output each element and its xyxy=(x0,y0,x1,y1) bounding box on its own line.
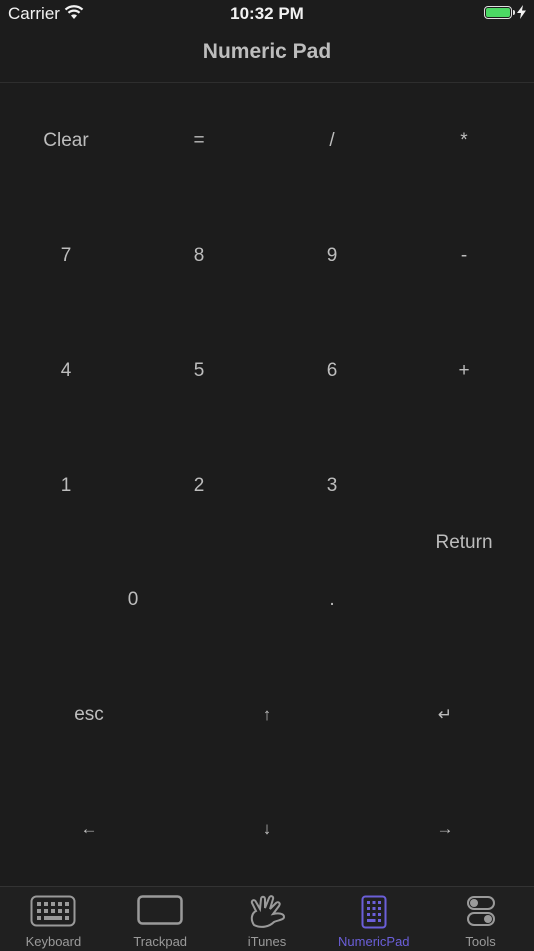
arrow-right-icon[interactable]: → xyxy=(437,819,454,839)
keyboard-icon xyxy=(30,895,76,927)
arrow-left-icon[interactable]: ← xyxy=(81,819,98,839)
clear-key[interactable]: Clear xyxy=(43,130,88,152)
key-1[interactable]: 1 xyxy=(61,475,72,497)
tab-trackpad[interactable]: Trackpad xyxy=(107,887,214,951)
status-time: 10:32 PM xyxy=(230,4,304,23)
arrow-down-icon[interactable]: ↓ xyxy=(263,819,272,839)
key-8[interactable]: 8 xyxy=(194,245,205,267)
multiply-key[interactable]: * xyxy=(460,130,467,152)
key-2[interactable]: 2 xyxy=(194,475,205,497)
itunes-icon xyxy=(250,895,285,928)
numericpad-icon xyxy=(361,895,387,929)
status-bar: Carrier 10:32 PM xyxy=(0,0,534,28)
tab-label: Tools xyxy=(465,934,496,949)
tab-tools[interactable]: Tools xyxy=(427,887,534,951)
tab-label: Trackpad xyxy=(133,934,188,949)
decimal-key[interactable]: . xyxy=(329,589,334,611)
minus-key[interactable]: - xyxy=(461,245,467,267)
key-5[interactable]: 5 xyxy=(194,360,205,382)
arrow-up-icon[interactable]: ↑ xyxy=(263,705,272,725)
tab-numericpad[interactable]: NumericPad xyxy=(320,887,427,951)
tab-keyboard[interactable]: Keyboard xyxy=(0,887,107,951)
page-title: Numeric Pad xyxy=(202,40,332,63)
key-6[interactable]: 6 xyxy=(327,360,338,382)
enter-icon[interactable]: ↵ xyxy=(438,705,452,725)
equals-key[interactable]: = xyxy=(193,130,204,152)
battery-level xyxy=(486,8,510,17)
key-7[interactable]: 7 xyxy=(61,245,72,267)
tab-label: NumericPad xyxy=(338,934,410,949)
nav-divider xyxy=(0,82,534,83)
trackpad-icon xyxy=(137,895,183,925)
divide-key[interactable]: / xyxy=(329,130,334,152)
plus-key[interactable]: + xyxy=(458,360,469,382)
tab-label: iTunes xyxy=(247,934,287,949)
tab-bar: Keyboard Trackpad iTunes NumericPad Tool… xyxy=(0,886,534,951)
tools-icon xyxy=(466,896,495,926)
battery-icon xyxy=(484,6,515,19)
key-9[interactable]: 9 xyxy=(327,245,338,267)
tab-itunes[interactable]: iTunes xyxy=(214,887,321,951)
return-key[interactable]: Return xyxy=(435,532,492,554)
key-3[interactable]: 3 xyxy=(327,475,338,497)
key-0[interactable]: 0 xyxy=(128,589,139,611)
key-4[interactable]: 4 xyxy=(61,360,72,382)
esc-key[interactable]: esc xyxy=(74,704,104,726)
charging-bolt-icon xyxy=(517,5,526,24)
tab-label: Keyboard xyxy=(25,934,82,949)
